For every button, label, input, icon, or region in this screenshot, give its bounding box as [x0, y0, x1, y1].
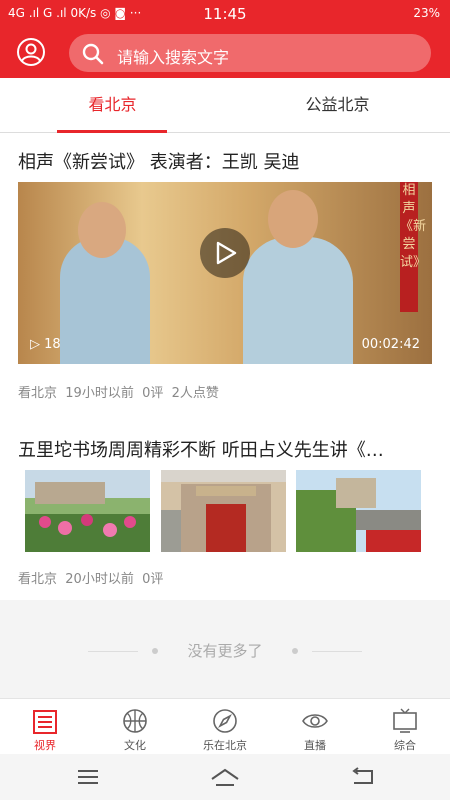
play-button[interactable] [200, 228, 250, 278]
search-input[interactable]: 请输入搜索文字 [69, 34, 431, 72]
app-header: 请输入搜索文字 [0, 28, 450, 78]
status-battery: 23% [413, 6, 440, 20]
compass-icon [213, 709, 237, 733]
video-player[interactable]: 相声《新尝试》 ▷ 18 00:02:42 [18, 182, 432, 364]
tv-icon [393, 708, 417, 733]
article-meta: 看北京 20小时以前 0评 [18, 572, 164, 587]
video-duration: 00:02:42 [361, 337, 420, 352]
menu-icon[interactable] [76, 767, 100, 787]
article-meta: 看北京 19小时以前 0评 2人点赞 [18, 386, 219, 401]
tab-bar: 看北京 公益北京 [0, 78, 450, 133]
system-nav-bar [0, 754, 450, 800]
user-avatar-button[interactable] [17, 38, 45, 66]
ball-icon [123, 709, 147, 733]
back-icon[interactable] [350, 767, 376, 787]
search-placeholder: 请输入搜索文字 [117, 48, 230, 67]
status-time: 11:45 [203, 5, 247, 23]
nav-item-wenhua[interactable]: 文化 [90, 699, 180, 755]
nav-item-zhibo[interactable]: 直播 [270, 699, 360, 755]
view-count: ▷ 18 [30, 337, 61, 352]
article-image[interactable] [25, 470, 150, 552]
no-more-text: 没有更多了 [187, 642, 263, 660]
eye-icon [302, 714, 328, 728]
nav-item-lezai-beijing[interactable]: 乐在北京 [180, 699, 270, 755]
article-title[interactable]: 五里坨书场周周精彩不断 听田占义先生讲《… [18, 436, 432, 462]
tab-gongyi-beijing[interactable]: 公益北京 [225, 78, 450, 132]
search-icon [82, 43, 104, 65]
no-more-indicator: 没有更多了 [0, 640, 450, 661]
nav-item-zonghe[interactable]: 综合 [360, 699, 450, 755]
play-icon [216, 241, 237, 265]
video-banner: 相声《新尝试》 [400, 182, 426, 312]
status-bar: 4G .ıl G .ıl 0K/s ◎ ◙ ··· 11:45 23% [0, 0, 450, 28]
home-icon[interactable] [210, 767, 240, 787]
bottom-nav: 视界 文化 乐在北京 直播 综合 [0, 698, 450, 755]
tab-kan-beijing[interactable]: 看北京 [0, 78, 225, 133]
article-image[interactable] [161, 470, 286, 552]
user-icon [21, 43, 41, 62]
news-icon [33, 710, 57, 734]
article-image[interactable] [296, 470, 421, 552]
nav-item-shijie[interactable]: 视界 [0, 699, 90, 755]
article-title[interactable]: 相声《新尝试》 表演者：王凯 吴迪 [18, 148, 432, 174]
